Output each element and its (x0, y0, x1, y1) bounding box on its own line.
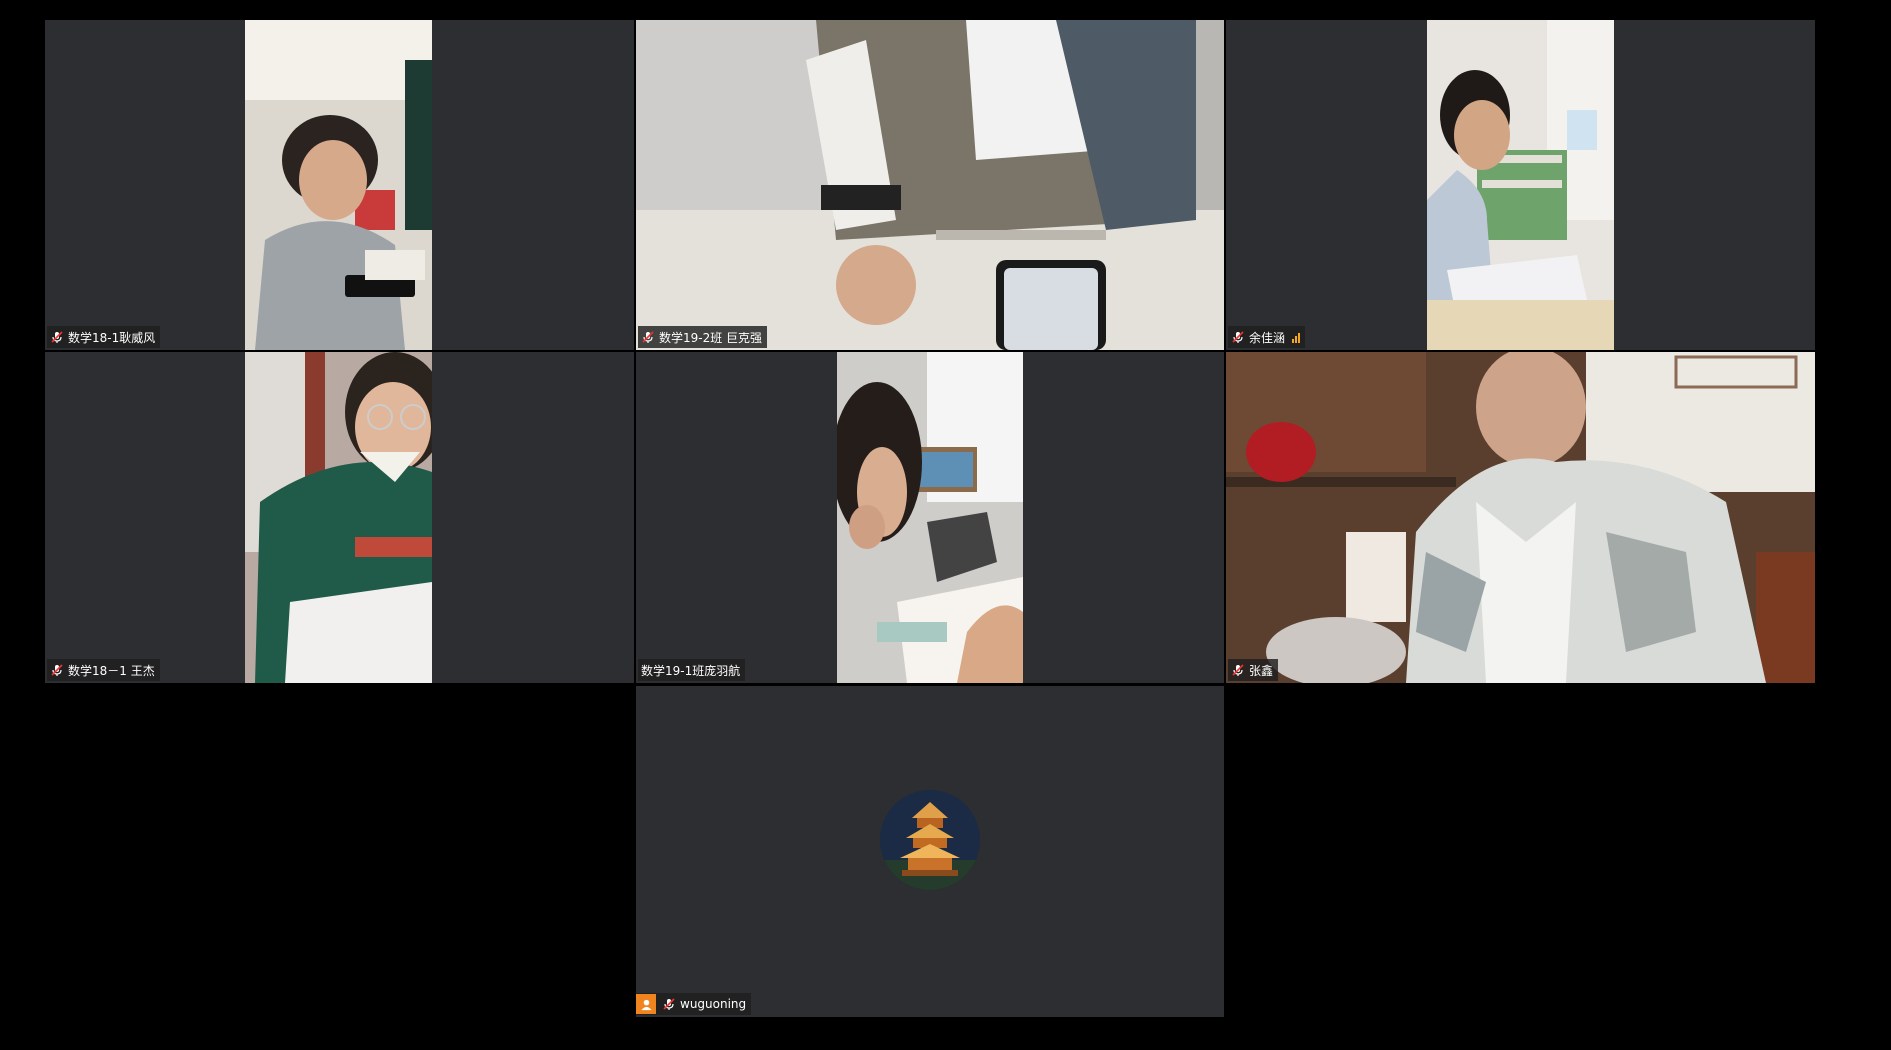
participant-video (636, 20, 1224, 350)
video-tile-5[interactable]: 数学19-1班庞羽航 (636, 352, 1224, 683)
participant-video (837, 352, 1023, 683)
participant-name-tag: 数学18-1耿威风 (47, 326, 161, 348)
participant-name: wuguoning (680, 997, 747, 1011)
participant-name: 张鑫 (1249, 663, 1274, 678)
participant-video (1427, 20, 1614, 350)
network-signal-icon (1292, 332, 1301, 343)
video-tile-3[interactable]: 余佳涵 (1226, 20, 1815, 350)
participant-name: 余佳涵 (1249, 330, 1286, 345)
participant-name-tag: 数学19-1班庞羽航 (638, 659, 746, 681)
video-tile-1[interactable]: 数学18-1耿威风 (45, 20, 634, 350)
muted-mic-icon (1231, 663, 1245, 677)
participant-name: 数学18－1 王杰 (68, 663, 155, 678)
participant-name-tag: 数学18－1 王杰 (47, 659, 160, 681)
video-tile-4[interactable]: 数学18－1 王杰 (45, 352, 634, 683)
muted-mic-icon (662, 997, 676, 1011)
participant-name-tag: 张鑫 (1228, 659, 1279, 681)
video-tile-6[interactable]: 张鑫 (1226, 352, 1815, 683)
participant-video (245, 352, 432, 683)
participant-name-tag: 余佳涵 (1228, 326, 1306, 348)
pagoda-avatar-icon (880, 789, 980, 890)
participant-name-tag: wuguoning (636, 993, 752, 1015)
participant-name: 数学19-2班 巨克强 (659, 330, 763, 345)
participant-name-tag: 数学19-2班 巨克强 (638, 326, 768, 348)
participant-video (1226, 352, 1815, 683)
muted-mic-icon (1231, 330, 1245, 344)
muted-mic-icon (50, 330, 64, 344)
muted-mic-icon (641, 330, 655, 344)
muted-mic-icon (50, 663, 64, 677)
video-tile-2[interactable]: 数学19-2班 巨克强 (636, 20, 1224, 350)
participant-video (245, 20, 432, 350)
user-icon (636, 994, 656, 1014)
video-tile-7[interactable]: wuguoning (636, 686, 1224, 1017)
participant-name: 数学18-1耿威风 (68, 330, 156, 345)
participant-name: 数学19-1班庞羽航 (641, 663, 741, 678)
